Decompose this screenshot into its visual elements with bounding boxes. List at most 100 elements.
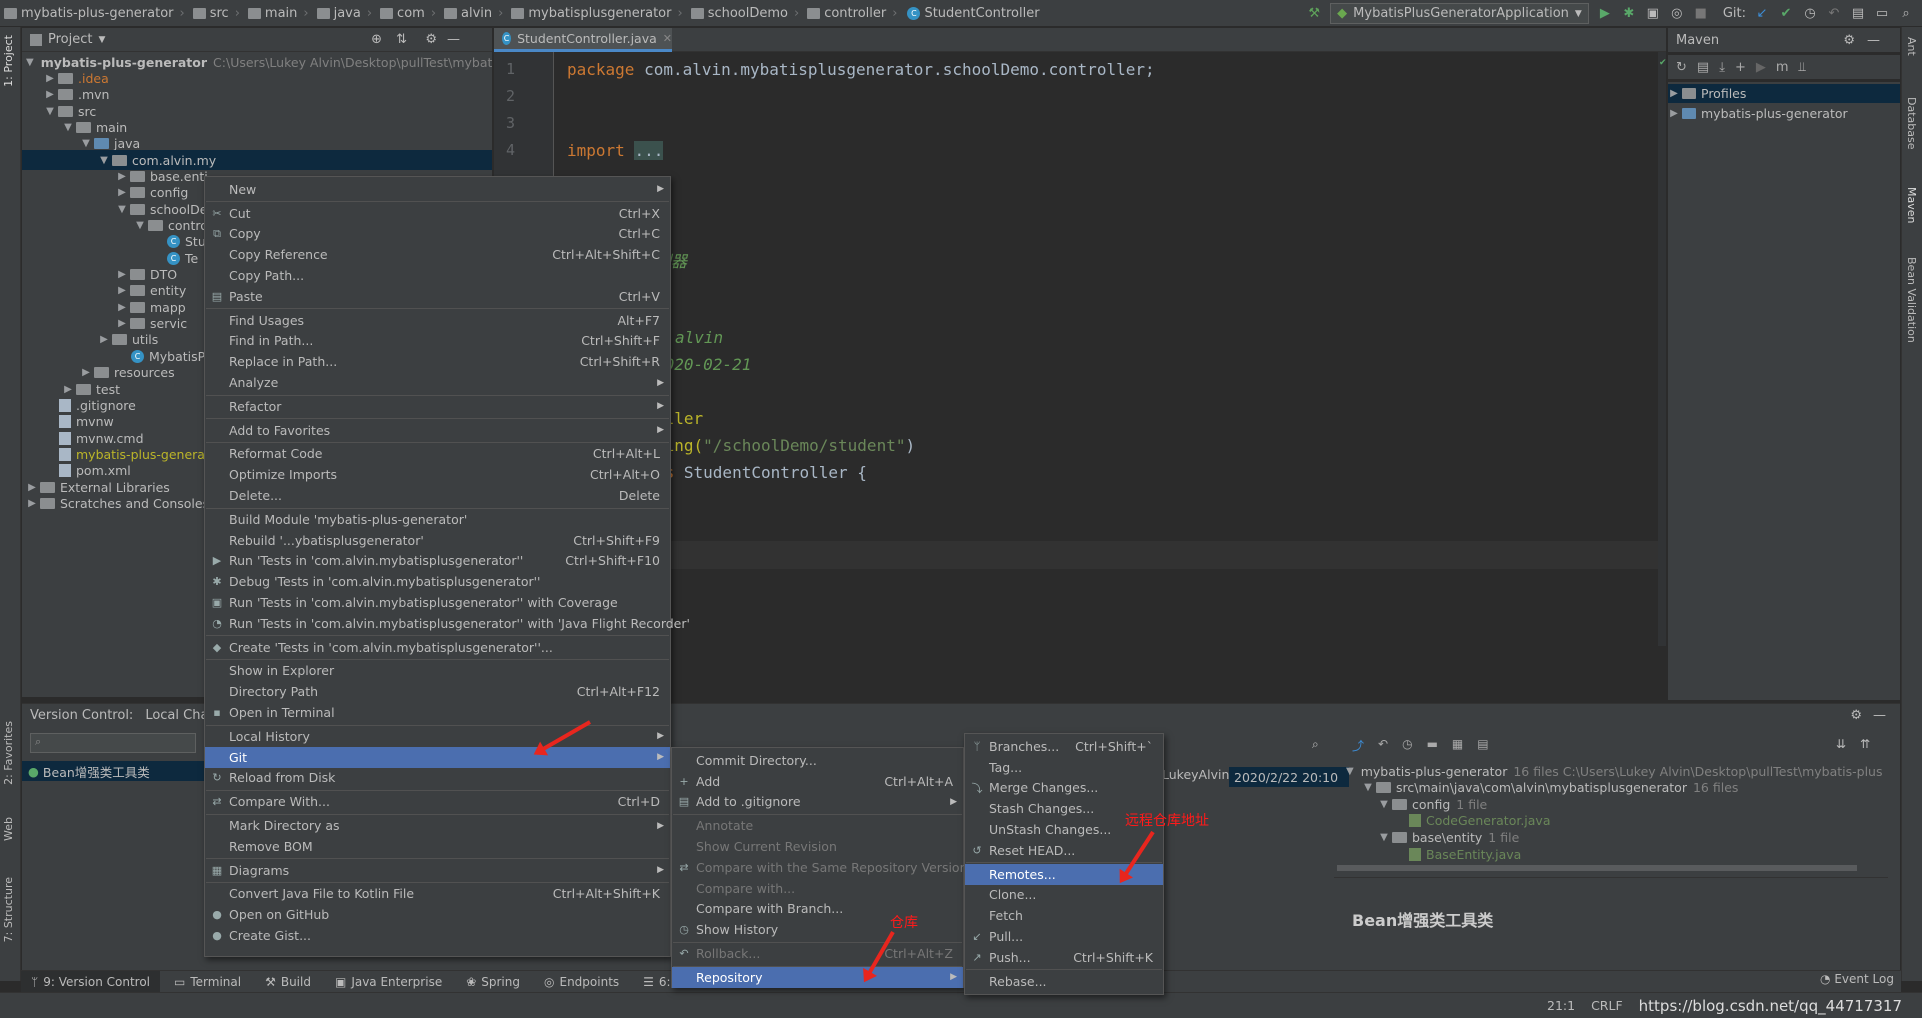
database-tool-tab[interactable]: Database [1905, 97, 1918, 150]
download-icon[interactable]: ⤓ [1719, 60, 1725, 75]
menu-item-add[interactable]: + Add Ctrl+Alt+A [672, 771, 963, 792]
tool-window-tab[interactable]: ▣ Java Enterprise [325, 971, 452, 993]
execute-goal-icon[interactable]: m [1776, 60, 1789, 75]
menu-item-show-in-explorer[interactable]: Show in Explorer [205, 661, 670, 682]
menu-item-reformat-code[interactable]: Reformat Code Ctrl+Alt+L [205, 444, 670, 465]
menu-item-find-usages[interactable]: Find Usages Alt+F7 [205, 310, 670, 331]
expand-arrow-icon[interactable]: ▼ [1362, 782, 1374, 793]
expand-arrow-icon[interactable]: ▶ [80, 367, 92, 378]
expand-all-icon[interactable]: ⇊ [1836, 737, 1846, 751]
gear-icon[interactable]: ⚙ [1850, 708, 1862, 723]
stop-icon[interactable]: ■ [1693, 6, 1709, 22]
tool-window-tab[interactable]: ⚒ Build [255, 971, 321, 993]
breadcrumb-item[interactable]: src › [189, 6, 244, 21]
group-icon[interactable]: ▦ [1452, 737, 1463, 754]
layout-icon[interactable]: ▤ [1477, 737, 1488, 754]
menu-item-run-tests-in-com-alvin-mybatisplusgenera[interactable]: ◔ Run 'Tests in 'com.alvin.mybatisplusgen… [205, 613, 690, 634]
breadcrumb-item[interactable]: mybatis-plus-generator › [0, 6, 189, 21]
window-icon[interactable]: ▭ [1874, 6, 1890, 22]
run-icon[interactable]: ▶ [1597, 6, 1613, 22]
toggle-offline-icon[interactable]: ⫫ [1799, 60, 1806, 75]
menu-item-create-gist[interactable]: ● Create Gist... [205, 925, 670, 946]
menu-item-directory-path[interactable]: Directory Path Ctrl+Alt+F12 [205, 681, 670, 702]
expand-arrow-icon[interactable]: ▼ [26, 57, 34, 68]
maven-project-item[interactable]: ▶ mybatis-plus-generator [1668, 104, 1900, 123]
chevron-down-icon[interactable]: ▼ [98, 35, 105, 45]
git-commit-icon[interactable]: ✔ [1778, 6, 1794, 22]
git-history-icon[interactable]: ◷ [1802, 6, 1818, 22]
menu-item-run-tests-in-com-alvin-mybatisplusgenera[interactable]: ▣ Run 'Tests in 'com.alvin.mybatisplusgen… [205, 592, 670, 613]
locate-icon[interactable]: ⊕ [371, 32, 382, 47]
expand-arrow-icon[interactable]: ▶ [26, 482, 38, 493]
menu-item-merge-changes[interactable]: ⤵ Merge Changes... [965, 778, 1163, 799]
expand-arrow-icon[interactable]: ▶ [116, 318, 128, 329]
menu-item-open-in-terminal[interactable]: ▪ Open in Terminal [205, 702, 670, 723]
menu-item-cut[interactable]: ✂ Cut Ctrl+X [205, 203, 670, 224]
caret-position[interactable]: 21:1 [1547, 998, 1575, 1013]
code-editor[interactable]: package com.alvin.mybatisplusgenerator.s… [555, 52, 1660, 646]
menu-item-run-tests-in-com-alvin-mybatisplusgenera[interactable]: ▶ Run 'Tests in 'com.alvin.mybatisplusgen… [205, 551, 670, 572]
build-hammer-icon[interactable]: ⚒ [1306, 6, 1322, 22]
menu-item-compare-with[interactable]: ⇄ Compare With... Ctrl+D [205, 791, 670, 812]
tool-window-tab[interactable]: ᛘ 9: Version Control [21, 970, 161, 993]
breadcrumb-item[interactable]: C StudentController [901, 6, 1043, 21]
expand-arrow-icon[interactable]: ▶ [116, 269, 128, 280]
expand-arrow-icon[interactable]: ▼ [62, 122, 74, 133]
project-panel-title[interactable]: Project [48, 32, 92, 47]
expand-arrow-icon[interactable]: ▶ [44, 73, 56, 84]
expand-arrow-icon[interactable]: ▼ [80, 138, 92, 149]
breadcrumb-item[interactable]: main › [244, 6, 313, 21]
breadcrumb-item[interactable]: java › [313, 6, 376, 21]
menu-item-add-to-gitignore[interactable]: ▤ Add to .gitignore ▶ [672, 792, 963, 813]
menu-item-tag[interactable]: Tag... [965, 757, 1163, 778]
event-log-button[interactable]: ◔ Event Log [1820, 972, 1894, 986]
hide-icon[interactable]: — [1867, 33, 1880, 48]
menu-item-remotes[interactable]: Remotes... [965, 863, 1163, 885]
menu-item-remove-bom[interactable]: Remove BOM [205, 836, 670, 857]
structure-tool-tab[interactable]: 7: Structure [2, 877, 15, 942]
maven-profiles-item[interactable]: ▶ Profiles [1668, 84, 1900, 103]
menu-item-branches[interactable]: ᛘ Branches... Ctrl+Shift+` [965, 736, 1163, 757]
menu-item-rebase[interactable]: Rebase... [965, 971, 1163, 992]
search-icon[interactable]: ⌕ [1312, 737, 1319, 752]
menu-item-pull[interactable]: ↙ Pull... [965, 926, 1163, 947]
profile-icon[interactable]: ◎ [1669, 6, 1685, 22]
expand-arrow-icon[interactable]: ▶ [1668, 88, 1680, 99]
menu-item-optimize-imports[interactable]: Optimize Imports Ctrl+Alt+O [205, 464, 670, 485]
search-everywhere-icon[interactable]: ⌕ [1898, 6, 1914, 22]
menu-item-git[interactable]: Git ▶ [205, 746, 670, 768]
debug-icon[interactable]: ✱ [1621, 6, 1637, 22]
menu-item-fetch[interactable]: Fetch [965, 905, 1163, 926]
menu-item-copy-path[interactable]: Copy Path... [205, 265, 670, 286]
hide-icon[interactable]: — [447, 32, 460, 47]
revert-icon[interactable]: ↶ [1378, 737, 1388, 754]
menu-item-local-history[interactable]: Local History ▶ [205, 726, 670, 747]
import-fold[interactable]: ... [634, 141, 664, 160]
menu-item-mark-directory-as[interactable]: Mark Directory as ▶ [205, 815, 670, 836]
menu-item-copy-reference[interactable]: Copy Reference Ctrl+Alt+Shift+C [205, 244, 670, 265]
tool-window-tab[interactable]: ❀ Spring [456, 971, 530, 993]
expand-arrow-icon[interactable]: ▶ [44, 89, 56, 100]
expand-arrow-icon[interactable]: ▶ [116, 171, 128, 182]
maven-tool-tab[interactable]: Maven [1905, 187, 1918, 223]
expand-arrow-icon[interactable]: ▼ [44, 106, 56, 117]
git-rollback-icon[interactable]: ↶ [1826, 6, 1842, 22]
menu-item-build-module-mybatis-plus-generator[interactable]: Build Module 'mybatis-plus-generator' [205, 509, 670, 530]
breadcrumb-item[interactable]: controller › [803, 6, 901, 21]
menu-item-find-in-path[interactable]: Find in Path... Ctrl+Shift+F [205, 331, 670, 352]
breadcrumb-item[interactable]: schoolDemo › [687, 6, 804, 21]
gear-icon[interactable]: ⚙ [425, 32, 437, 47]
expand-arrow-icon[interactable]: ▶ [98, 334, 110, 345]
menu-item-rebuild-ybatisplusgenerator[interactable]: Rebuild '...ybatisplusgenerator' Ctrl+Shi… [205, 530, 670, 551]
expand-arrow-icon[interactable]: ▶ [116, 285, 128, 296]
menu-item-refactor[interactable]: Refactor ▶ [205, 396, 670, 417]
menu-item-copy[interactable]: ⧉ Copy Ctrl+C [205, 224, 670, 245]
vc-search-input[interactable]: ⌕ [30, 733, 196, 753]
menu-item-repository[interactable]: Repository ▶ [672, 967, 963, 988]
breadcrumb-item[interactable]: mybatisplusgenerator › [507, 6, 686, 21]
expand-arrow-icon[interactable]: ▼ [134, 220, 146, 231]
menu-item-add-to-favorites[interactable]: Add to Favorites ▶ [205, 420, 670, 441]
menu-item-convert-java-file-to-kotlin-file[interactable]: Convert Java File to Kotlin File Ctrl+Alt… [205, 884, 670, 905]
menu-item-replace-in-path[interactable]: Replace in Path... Ctrl+Shift+R [205, 351, 670, 372]
breadcrumb-item[interactable]: alvin › [440, 6, 507, 21]
